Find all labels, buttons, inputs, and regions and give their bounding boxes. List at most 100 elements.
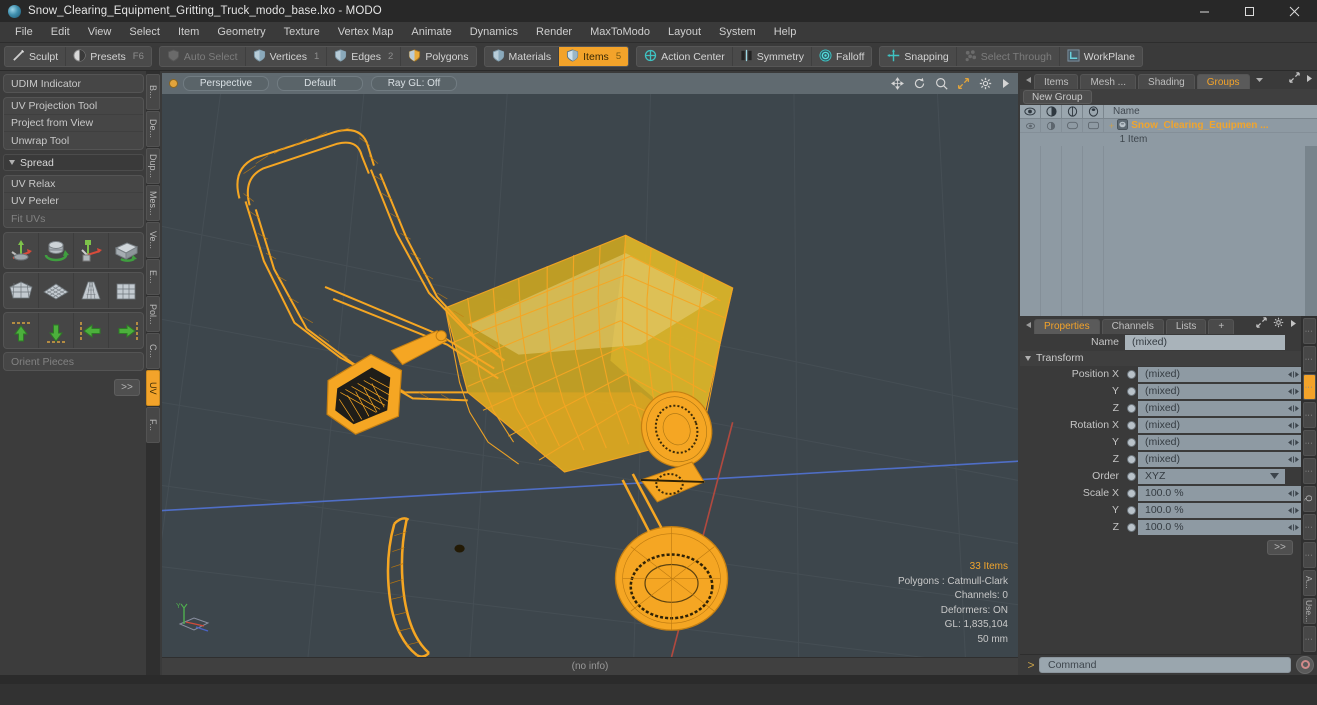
uv-unwrap-icon[interactable]	[4, 273, 39, 308]
tool-uv-relax[interactable]: UV Relax	[4, 176, 143, 193]
transform-channel-dot[interactable]	[1125, 386, 1138, 397]
uv-cone-icon[interactable]	[74, 273, 109, 308]
gear-icon[interactable]	[1273, 315, 1284, 333]
right-vtab-9[interactable]: A...	[1302, 569, 1316, 596]
menu-texture[interactable]: Texture	[275, 23, 329, 41]
menu-file[interactable]: File	[6, 23, 42, 41]
transform-section-header[interactable]: Transform	[1020, 350, 1301, 366]
transform-channel-dot[interactable]	[1125, 403, 1138, 414]
uv-rotate-icon[interactable]	[39, 233, 74, 268]
arrow-up-icon[interactable]	[4, 313, 39, 348]
table-row[interactable]: + Snow_Clearing_Equipmen ...	[1020, 118, 1317, 133]
tab-add[interactable]: +	[1208, 318, 1235, 334]
transform-spinner[interactable]	[1286, 434, 1301, 450]
right-vtab-0[interactable]: ⋮	[1302, 317, 1316, 344]
menu-item[interactable]: Item	[169, 23, 208, 41]
tab-lists[interactable]: Lists	[1165, 318, 1207, 334]
scale-channel-dot[interactable]	[1125, 522, 1138, 533]
toolbar-polygons[interactable]: Polygons	[401, 47, 475, 66]
tab-properties[interactable]: Properties	[1034, 318, 1100, 334]
menu-help[interactable]: Help	[765, 23, 806, 41]
spread-section-header[interactable]: Spread	[3, 154, 144, 171]
left-vtab-4[interactable]: Ve...	[146, 222, 160, 258]
menu-system[interactable]: System	[710, 23, 765, 41]
tree-scrollbar[interactable]	[1305, 146, 1317, 316]
right-vtab-1[interactable]: ⋮	[1302, 345, 1316, 372]
tool-fit-uvs[interactable]: Fit UVs	[4, 210, 143, 227]
menu-geometry[interactable]: Geometry	[208, 23, 274, 41]
right-vtab-11[interactable]: ⋮	[1302, 625, 1316, 652]
order-channel-dot[interactable]	[1125, 471, 1138, 482]
uv-cube-icon[interactable]	[109, 273, 143, 308]
transform-channel-dot[interactable]	[1125, 437, 1138, 448]
uv-move-icon[interactable]	[4, 233, 39, 268]
toolbar-edges[interactable]: Edges 2	[327, 47, 402, 66]
chevron-right-icon[interactable]	[1306, 70, 1313, 88]
rotate-icon[interactable]	[913, 77, 926, 90]
viewport-raygl-toggle[interactable]: Ray GL: Off	[371, 76, 457, 91]
left-vtab-1[interactable]: De...	[146, 111, 160, 147]
menu-dynamics[interactable]: Dynamics	[461, 23, 527, 41]
name-field[interactable]: (mixed)	[1125, 334, 1285, 350]
transform-spinner[interactable]	[1286, 417, 1301, 433]
right-vtab-5[interactable]: ⋮	[1302, 457, 1316, 484]
tool-uv-peeler[interactable]: UV Peeler	[4, 193, 143, 210]
scale-field[interactable]: 100.0 %	[1138, 519, 1286, 535]
toolbar-items[interactable]: Items 5	[559, 47, 629, 66]
menu-render[interactable]: Render	[527, 23, 581, 41]
transform-field[interactable]: (mixed)	[1138, 400, 1286, 416]
new-group-button[interactable]: New Group	[1023, 90, 1092, 104]
tab-scroll-left-icon[interactable]	[1024, 71, 1034, 89]
order-select[interactable]: XYZ	[1138, 468, 1285, 484]
left-vtab-7[interactable]: C...	[146, 333, 160, 369]
zoom-icon[interactable]	[935, 77, 948, 90]
transform-spinner[interactable]	[1286, 400, 1301, 416]
scale-spinner[interactable]	[1286, 502, 1301, 518]
left-vtab-6[interactable]: Pol...	[146, 296, 160, 332]
chevron-right-icon[interactable]	[1290, 315, 1297, 333]
right-vtab-2[interactable]: ⋮	[1302, 373, 1316, 400]
tab-mesh[interactable]: Mesh ...	[1080, 74, 1137, 89]
maximize-icon[interactable]	[1227, 0, 1272, 22]
right-vtab-7[interactable]: ⋮	[1302, 513, 1316, 540]
render-icon[interactable]	[1041, 105, 1062, 118]
tab-overflow-chevron-icon[interactable]	[1255, 71, 1264, 89]
transform-channel-dot[interactable]	[1125, 454, 1138, 465]
3d-viewport[interactable]: Y 33 Items Polygons : Catmull-Clark Chan…	[162, 94, 1018, 657]
toolbar-sculpt[interactable]: Sculpt	[5, 47, 67, 66]
toolbar-symmetry[interactable]: Symmetry	[733, 47, 812, 66]
toolbar-falloff[interactable]: Falloff	[812, 47, 871, 66]
row-render-toggle[interactable]	[1041, 119, 1062, 132]
tab-shading[interactable]: Shading	[1138, 74, 1195, 89]
row-eye-toggle[interactable]	[1020, 119, 1041, 132]
pan-icon[interactable]	[891, 77, 904, 90]
toolbar-action-center[interactable]: Action Center	[637, 47, 733, 66]
menu-select[interactable]: Select	[120, 23, 169, 41]
left-vtab-0[interactable]: B...	[146, 74, 160, 110]
viewport-shading-mode[interactable]: Default	[277, 76, 363, 91]
uv-grid-icon[interactable]	[39, 273, 74, 308]
chevron-right-icon[interactable]	[1001, 78, 1010, 89]
menu-view[interactable]: View	[79, 23, 121, 41]
right-vtab-3[interactable]: ⋮	[1302, 401, 1316, 428]
fit-icon[interactable]	[957, 77, 970, 90]
scale-channel-dot[interactable]	[1125, 505, 1138, 516]
right-vtab-10[interactable]: Use...	[1302, 597, 1316, 624]
tab-channels[interactable]: Channels	[1101, 318, 1164, 334]
tree-item[interactable]: + Snow_Clearing_Equipmen ...	[1104, 118, 1317, 132]
tool-unwrap[interactable]: Unwrap Tool	[4, 132, 143, 149]
uv-fit-icon[interactable]	[109, 233, 143, 268]
scale-spinner[interactable]	[1286, 519, 1301, 535]
scale-spinner[interactable]	[1286, 485, 1301, 501]
tool-uv-projection[interactable]: UV Projection Tool	[4, 98, 143, 115]
toolbar-presets[interactable]: Presets F6	[66, 47, 151, 66]
tab-groups[interactable]: Groups	[1196, 74, 1250, 89]
transform-field[interactable]: (mixed)	[1138, 366, 1286, 382]
scale-field[interactable]: 100.0 %	[1138, 502, 1286, 518]
scale-channel-dot[interactable]	[1125, 488, 1138, 499]
properties-more-button[interactable]: >>	[1267, 539, 1293, 555]
eye-icon[interactable]	[1020, 105, 1041, 118]
left-vtab-8[interactable]: UV	[146, 370, 160, 406]
transform-field[interactable]: (mixed)	[1138, 451, 1286, 467]
viewport-active-dot-icon[interactable]	[169, 79, 178, 88]
